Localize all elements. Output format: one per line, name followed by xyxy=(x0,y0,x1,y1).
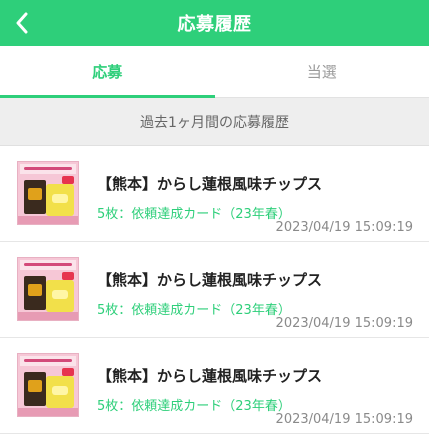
tab-winnings[interactable]: 当選 xyxy=(215,46,429,97)
entry-title: 【熊本】からし蓮根風味チップス xyxy=(97,367,323,385)
list-item[interactable]: 【熊本】からし蓮根風味チップス 5枚：依頼達成カード（23年春） 2023/04… xyxy=(0,146,429,242)
entry-date: 2023/04/19 15:09:19 xyxy=(275,220,413,235)
tab-bar: 応募 当選 xyxy=(0,46,429,98)
entry-title: 【熊本】からし蓮根風味チップス xyxy=(97,271,323,289)
entry-cost: 5枚：依頼達成カード（23年春） xyxy=(97,399,291,414)
entry-cost: 5枚：依頼達成カード（23年春） xyxy=(97,207,291,222)
tab-applications[interactable]: 応募 xyxy=(0,46,215,98)
entry-list: 【熊本】からし蓮根風味チップス 5枚：依頼達成カード（23年春） 2023/04… xyxy=(0,146,429,434)
chevron-left-icon xyxy=(16,12,28,34)
back-button[interactable] xyxy=(8,9,36,37)
entry-cost: 5枚：依頼達成カード（23年春） xyxy=(97,303,291,318)
product-thumbnail xyxy=(17,161,79,225)
entry-date: 2023/04/19 15:09:19 xyxy=(275,316,413,331)
entry-date: 2023/04/19 15:09:19 xyxy=(275,412,413,427)
section-header: 過去1ヶ月間の応募履歴 xyxy=(0,98,429,146)
product-thumbnail xyxy=(17,353,79,417)
entry-title: 【熊本】からし蓮根風味チップス xyxy=(97,175,323,193)
list-item[interactable]: 【熊本】からし蓮根風味チップス 5枚：依頼達成カード（23年春） 2023/04… xyxy=(0,242,429,338)
product-thumbnail xyxy=(17,257,79,321)
page-title: 応募履歴 xyxy=(177,14,252,35)
app-header: 応募履歴 xyxy=(0,0,429,46)
list-item[interactable]: 【熊本】からし蓮根風味チップス 5枚：依頼達成カード（23年春） 2023/04… xyxy=(0,338,429,434)
